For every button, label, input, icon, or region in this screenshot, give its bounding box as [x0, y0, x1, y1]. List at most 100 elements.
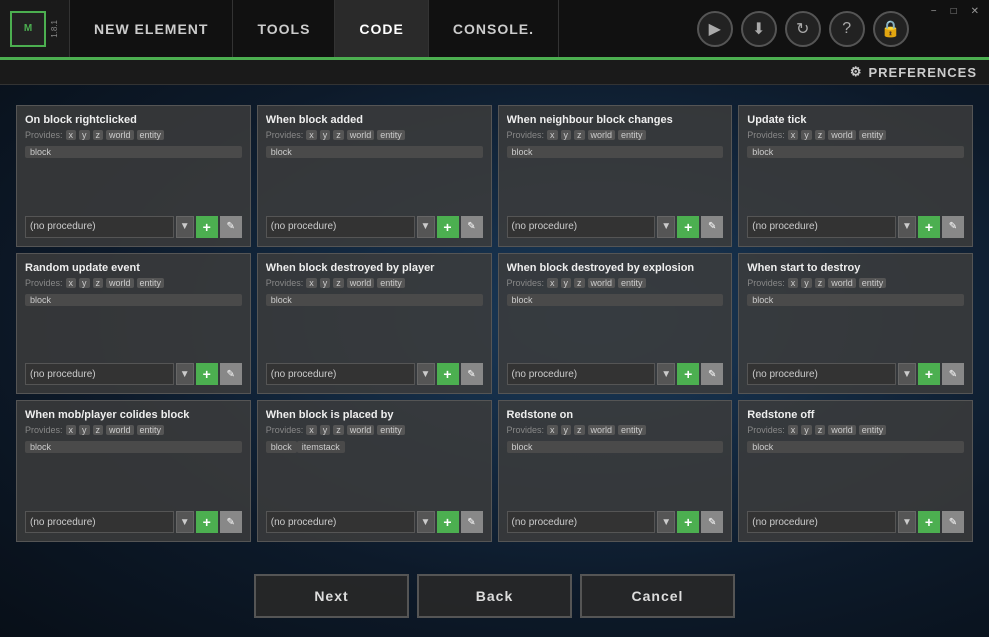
- provides-tag-world[interactable]: world: [347, 130, 375, 140]
- back-button[interactable]: Back: [417, 574, 572, 618]
- edit-procedure-button-when-block-added[interactable]: ✎: [461, 216, 483, 238]
- play-icon[interactable]: ▶: [697, 11, 733, 47]
- provides-tag-entity[interactable]: entity: [377, 130, 405, 140]
- tab-new-element[interactable]: NEW ELEMENT: [70, 0, 233, 57]
- procedure-select-when-neighbour-block-changes[interactable]: (no procedure): [507, 216, 656, 238]
- provides-tag-y[interactable]: y: [801, 130, 812, 140]
- edit-procedure-button-update-tick[interactable]: ✎: [942, 216, 964, 238]
- provides-tag-world[interactable]: world: [828, 278, 856, 288]
- dropdown-arrow-when-mob-player-collides[interactable]: ▼: [176, 511, 194, 533]
- dropdown-arrow-when-block-destroyed-explosion[interactable]: ▼: [657, 363, 675, 385]
- procedure-select-random-update-event[interactable]: (no procedure): [25, 363, 174, 385]
- provides-tag-x[interactable]: x: [547, 278, 558, 288]
- provides-tag-y[interactable]: y: [79, 425, 90, 435]
- next-button[interactable]: Next: [254, 574, 409, 618]
- procedure-select-update-tick[interactable]: (no procedure): [747, 216, 896, 238]
- provides-tag-x[interactable]: x: [66, 130, 77, 140]
- maximize-button[interactable]: □: [947, 4, 961, 19]
- add-procedure-button-when-block-placed-by[interactable]: +: [437, 511, 459, 533]
- provides-tag-z[interactable]: z: [333, 130, 344, 140]
- procedure-select-redstone-off[interactable]: (no procedure): [747, 511, 896, 533]
- download-icon[interactable]: ⬇: [741, 11, 777, 47]
- lock-icon[interactable]: 🔒: [873, 11, 909, 47]
- minimize-button[interactable]: −: [927, 4, 941, 19]
- provides-tag-entity[interactable]: entity: [377, 278, 405, 288]
- dropdown-arrow-when-start-to-destroy[interactable]: ▼: [898, 363, 916, 385]
- add-procedure-button-on-block-rightclicked[interactable]: +: [196, 216, 218, 238]
- add-procedure-button-when-block-destroyed-explosion[interactable]: +: [677, 363, 699, 385]
- provides-tag-y[interactable]: y: [801, 425, 812, 435]
- provides-tag-x[interactable]: x: [547, 425, 558, 435]
- provides-tag-z[interactable]: z: [815, 130, 826, 140]
- dropdown-arrow-update-tick[interactable]: ▼: [898, 216, 916, 238]
- procedure-select-on-block-rightclicked[interactable]: (no procedure): [25, 216, 174, 238]
- dropdown-arrow-when-block-placed-by[interactable]: ▼: [417, 511, 435, 533]
- provides-tag-x[interactable]: x: [788, 130, 799, 140]
- provides-tag-entity[interactable]: entity: [137, 278, 165, 288]
- provides-tag-world[interactable]: world: [828, 425, 856, 435]
- provides-tag-x[interactable]: x: [66, 425, 77, 435]
- tab-code[interactable]: CODE: [335, 0, 428, 57]
- provides-tag-x[interactable]: x: [788, 425, 799, 435]
- provides-tag-entity[interactable]: entity: [377, 425, 405, 435]
- close-button[interactable]: ✕: [967, 4, 983, 19]
- provides-tag-entity[interactable]: entity: [137, 130, 165, 140]
- procedure-select-when-block-destroyed-explosion[interactable]: (no procedure): [507, 363, 656, 385]
- procedure-select-when-block-placed-by[interactable]: (no procedure): [266, 511, 415, 533]
- tab-console[interactable]: CONSOLE.: [429, 0, 559, 57]
- provides-tag-world[interactable]: world: [106, 278, 134, 288]
- provides-tag-entity[interactable]: entity: [137, 425, 165, 435]
- provides-tag-y[interactable]: y: [320, 425, 331, 435]
- provides-tag-world[interactable]: world: [106, 130, 134, 140]
- provides-tag-y[interactable]: y: [320, 130, 331, 140]
- add-procedure-button-redstone-off[interactable]: +: [918, 511, 940, 533]
- add-procedure-button-random-update-event[interactable]: +: [196, 363, 218, 385]
- provides-tag-x[interactable]: x: [547, 130, 558, 140]
- edit-procedure-button-when-block-destroyed-explosion[interactable]: ✎: [701, 363, 723, 385]
- add-procedure-button-update-tick[interactable]: +: [918, 216, 940, 238]
- provides-tag-entity[interactable]: entity: [618, 278, 646, 288]
- provides-tag-y[interactable]: y: [79, 278, 90, 288]
- provides-tag-world[interactable]: world: [588, 278, 616, 288]
- add-procedure-button-when-block-destroyed-player[interactable]: +: [437, 363, 459, 385]
- dropdown-arrow-redstone-off[interactable]: ▼: [898, 511, 916, 533]
- provides-tag-x[interactable]: x: [306, 278, 317, 288]
- provides-tag-world[interactable]: world: [106, 425, 134, 435]
- provides-tag-z[interactable]: z: [574, 130, 585, 140]
- tab-tools[interactable]: TOOLS: [233, 0, 335, 57]
- procedure-select-when-block-destroyed-player[interactable]: (no procedure): [266, 363, 415, 385]
- cancel-button[interactable]: Cancel: [580, 574, 735, 618]
- add-procedure-button-when-block-added[interactable]: +: [437, 216, 459, 238]
- provides-tag-y[interactable]: y: [320, 278, 331, 288]
- provides-tag-x[interactable]: x: [66, 278, 77, 288]
- provides-tag-z[interactable]: z: [93, 130, 104, 140]
- provides-tag-z[interactable]: z: [333, 278, 344, 288]
- edit-procedure-button-random-update-event[interactable]: ✎: [220, 363, 242, 385]
- procedure-select-when-mob-player-collides[interactable]: (no procedure): [25, 511, 174, 533]
- edit-procedure-button-when-start-to-destroy[interactable]: ✎: [942, 363, 964, 385]
- provides-tag-world[interactable]: world: [347, 425, 375, 435]
- dropdown-arrow-redstone-on[interactable]: ▼: [657, 511, 675, 533]
- provides-tag-y[interactable]: y: [561, 130, 572, 140]
- provides-tag-z[interactable]: z: [333, 425, 344, 435]
- edit-procedure-button-when-mob-player-collides[interactable]: ✎: [220, 511, 242, 533]
- provides-tag-entity[interactable]: entity: [618, 425, 646, 435]
- provides-tag-y[interactable]: y: [561, 278, 572, 288]
- provides-tag-z[interactable]: z: [815, 278, 826, 288]
- provides-tag-entity[interactable]: entity: [859, 278, 887, 288]
- provides-tag-z[interactable]: z: [574, 425, 585, 435]
- add-procedure-button-redstone-on[interactable]: +: [677, 511, 699, 533]
- procedure-select-when-block-added[interactable]: (no procedure): [266, 216, 415, 238]
- procedure-select-redstone-on[interactable]: (no procedure): [507, 511, 656, 533]
- provides-tag-z[interactable]: z: [93, 425, 104, 435]
- provides-tag-y[interactable]: y: [801, 278, 812, 288]
- provides-tag-x[interactable]: x: [306, 130, 317, 140]
- provides-tag-entity[interactable]: entity: [859, 130, 887, 140]
- edit-procedure-button-when-block-placed-by[interactable]: ✎: [461, 511, 483, 533]
- provides-tag-world[interactable]: world: [588, 425, 616, 435]
- dropdown-arrow-when-block-destroyed-player[interactable]: ▼: [417, 363, 435, 385]
- edit-procedure-button-on-block-rightclicked[interactable]: ✎: [220, 216, 242, 238]
- edit-procedure-button-when-block-destroyed-player[interactable]: ✎: [461, 363, 483, 385]
- provides-tag-z[interactable]: z: [815, 425, 826, 435]
- provides-tag-x[interactable]: x: [306, 425, 317, 435]
